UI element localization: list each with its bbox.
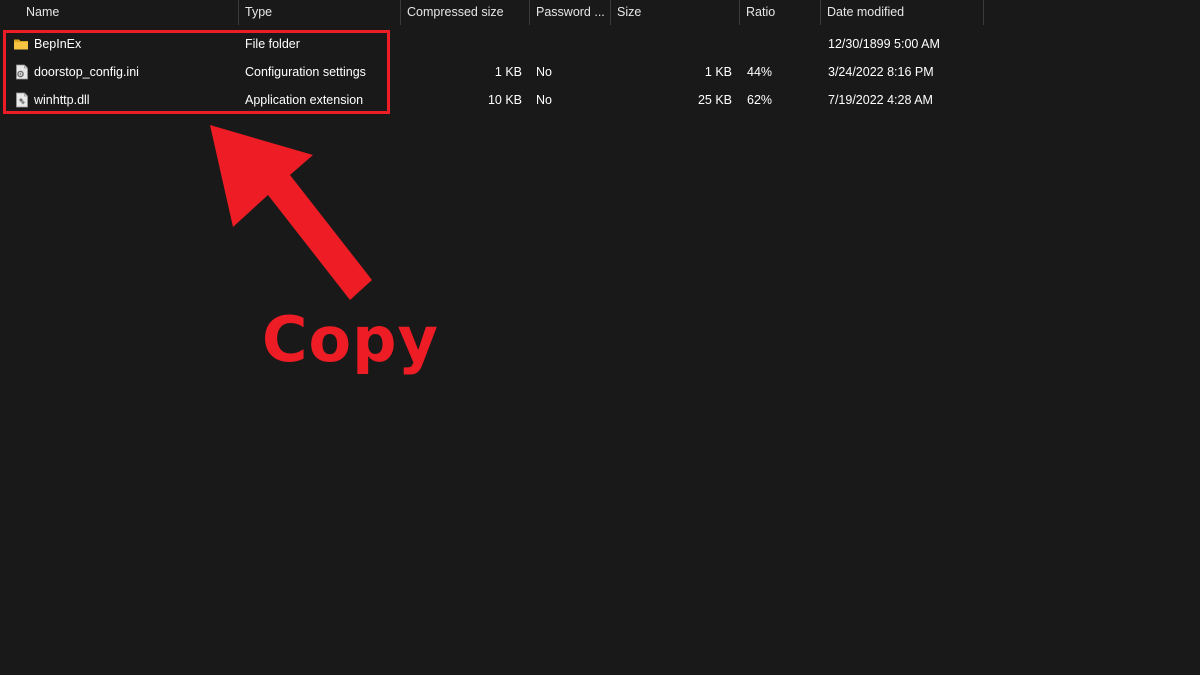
file-compressed-size: 1 KB [494,65,522,79]
file-size: 1 KB [704,65,732,79]
arrow-up-left-icon [210,125,372,300]
file-size [611,30,732,58]
file-date-modified: 7/19/2022 4:28 AM [828,93,933,107]
file-password: No [536,93,552,107]
file-size: 25 KB [697,93,732,107]
file-ratio: 44% [747,65,773,79]
file-explorer: ⌃ Name Type Compressed size Password ...… [0,0,1200,675]
column-divider[interactable] [983,0,984,25]
file-compressed-size: 10 KB [487,93,522,107]
column-header-bar: ⌃ Name Type Compressed size Password ...… [0,0,1200,25]
file-ratio: 62% [747,93,773,107]
annotation-label: Copy [262,303,439,376]
file-password: No [536,65,552,79]
column-header-date-modified[interactable]: Date modified [821,0,983,25]
column-header-compressed-size[interactable]: Compressed size [401,0,529,25]
file-compressed-size [401,30,522,58]
column-header-type[interactable]: Type [239,0,400,25]
column-header-size[interactable]: Size [611,0,739,25]
highlight-box [3,30,390,114]
column-header-password[interactable]: Password ... [530,0,610,25]
column-header-ratio[interactable]: Ratio [740,0,820,25]
file-date-modified: 12/30/1899 5:00 AM [828,37,940,51]
column-header-name[interactable]: Name [20,0,238,25]
file-date-modified: 3/24/2022 8:16 PM [828,65,934,79]
